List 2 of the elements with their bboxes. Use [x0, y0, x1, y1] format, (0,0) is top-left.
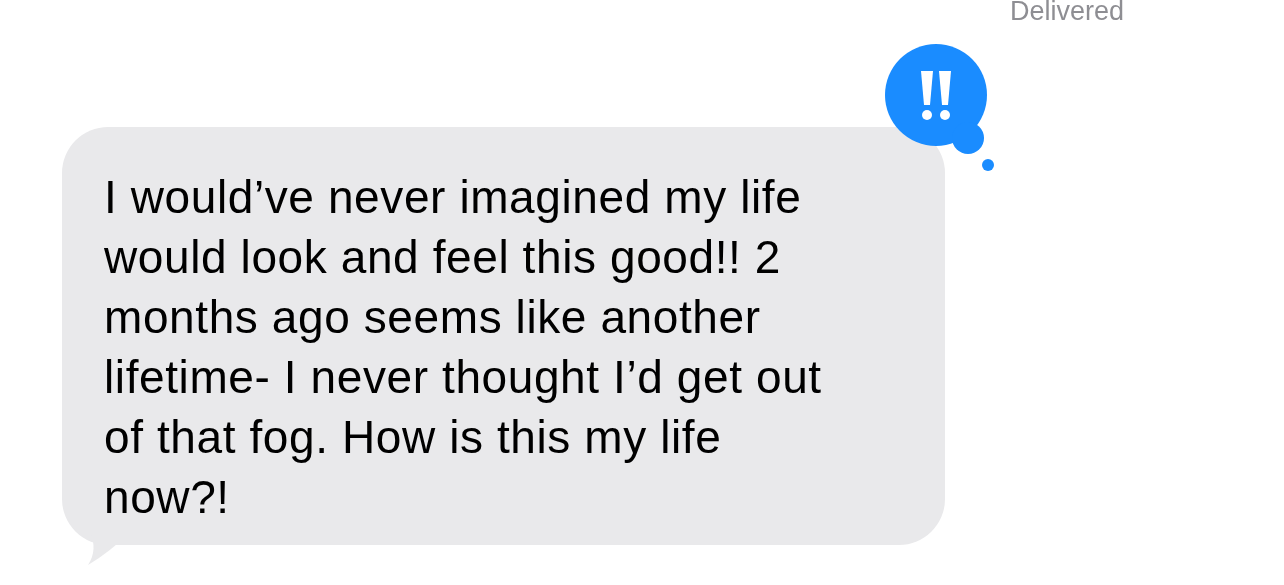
delivery-status: Delivered — [1010, 0, 1125, 22]
message-text: I would’ve never imagined my life would look and feel this good!! 2 months ago seems like another lifetime- I never thought I’d get out of that fog. How is this my life now?! — [104, 170, 822, 525]
